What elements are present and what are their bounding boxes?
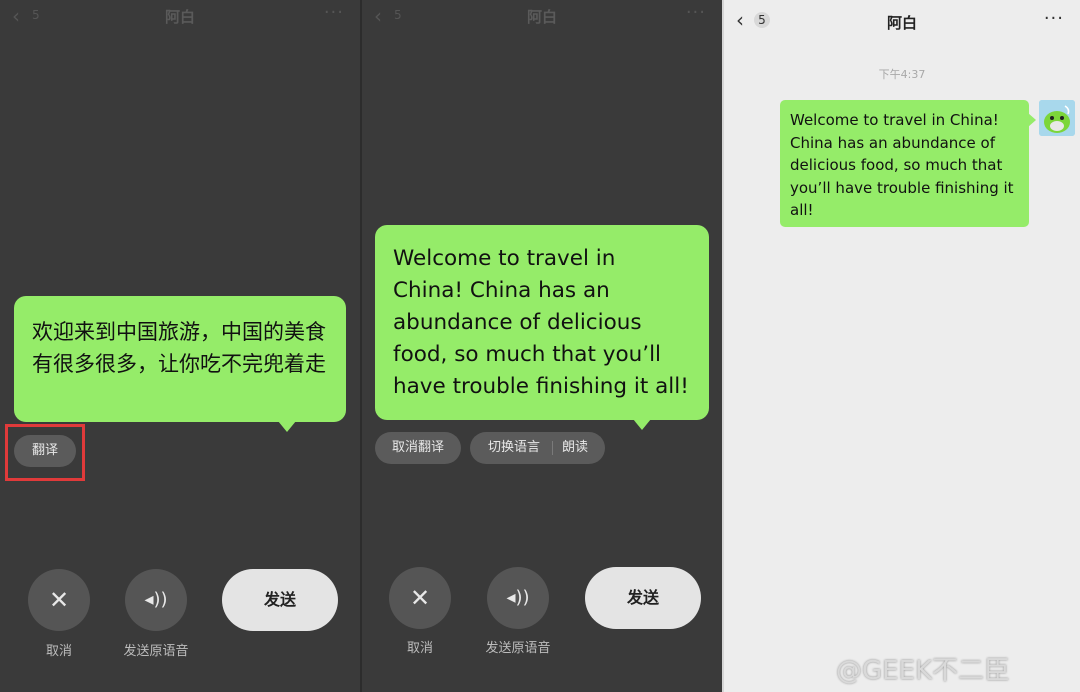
- header: ‹ 5 阿白 ···: [362, 0, 722, 30]
- cancel-button[interactable]: ✕: [389, 567, 451, 629]
- read-aloud-button[interactable]: 朗读: [562, 432, 588, 464]
- chat-panel: ‹ 5 阿白 ··· 下午4:37 Welcome to travel in C…: [724, 0, 1080, 692]
- cancel-button[interactable]: ✕: [28, 569, 90, 631]
- translate-button[interactable]: 翻译: [14, 435, 76, 467]
- send-voice-button[interactable]: ◂)): [487, 567, 549, 629]
- translated-text: Welcome to travel in China! China has an…: [393, 246, 689, 399]
- cancel-translate-button[interactable]: 取消翻译: [375, 432, 461, 464]
- recognized-text: 欢迎来到中国旅游，中国的美食有很多很多，让你吃不完兜着走: [32, 320, 326, 376]
- avatar[interactable]: [1039, 100, 1075, 136]
- cancel-label: 取消: [406, 641, 433, 656]
- chat-title: 阿白: [164, 8, 195, 26]
- voice-to-text-panel: ‹ 5 阿白 ··· 欢迎来到中国旅游，中国的美食有很多很多，让你吃不完兜着走 …: [0, 0, 360, 692]
- bubble-tail: [633, 419, 651, 430]
- recognized-text-bubble[interactable]: 欢迎来到中国旅游，中国的美食有很多很多，让你吃不完兜着走: [14, 296, 346, 432]
- chat-title: 阿白: [526, 8, 557, 26]
- separator: [552, 441, 553, 455]
- sent-message-bubble[interactable]: Welcome to travel in China! China has an…: [780, 100, 1036, 227]
- close-icon: ✕: [409, 584, 431, 612]
- send-button[interactable]: 发送: [585, 567, 701, 629]
- avatar-image: [1039, 100, 1075, 136]
- more-icon[interactable]: ···: [1044, 8, 1064, 29]
- send-button[interactable]: 发送: [222, 569, 338, 631]
- bubble-tail: [1028, 113, 1036, 127]
- sound-wave-icon: ◂)): [506, 587, 530, 608]
- more-icon[interactable]: ···: [686, 2, 706, 23]
- translated-text-bubble[interactable]: Welcome to travel in China! China has an…: [375, 225, 709, 430]
- send-voice-button[interactable]: ◂)): [125, 569, 187, 631]
- cancel-label: 取消: [45, 644, 72, 659]
- translation-panel: ‹ 5 阿白 ··· Welcome to travel in China! C…: [362, 0, 722, 692]
- bubble-tail: [278, 421, 296, 432]
- more-icon[interactable]: ···: [324, 2, 344, 23]
- switch-language-button[interactable]: 切换语言: [488, 432, 540, 464]
- chat-title: 阿白: [886, 14, 917, 32]
- watermark: @GEEK不二臣: [836, 656, 1011, 686]
- message-text: Welcome to travel in China! China has an…: [790, 111, 1014, 220]
- send-voice-label: 发送原语音: [485, 641, 551, 656]
- header: ‹ 5 阿白 ···: [0, 0, 360, 30]
- sound-wave-icon: ◂)): [144, 589, 168, 610]
- message-timestamp: 下午4:37: [878, 68, 926, 81]
- close-icon: ✕: [48, 586, 70, 614]
- translation-options: 切换语言 朗读: [470, 432, 605, 464]
- send-voice-label: 发送原语音: [123, 644, 189, 659]
- header: ‹ 5 阿白 ···: [724, 0, 1080, 32]
